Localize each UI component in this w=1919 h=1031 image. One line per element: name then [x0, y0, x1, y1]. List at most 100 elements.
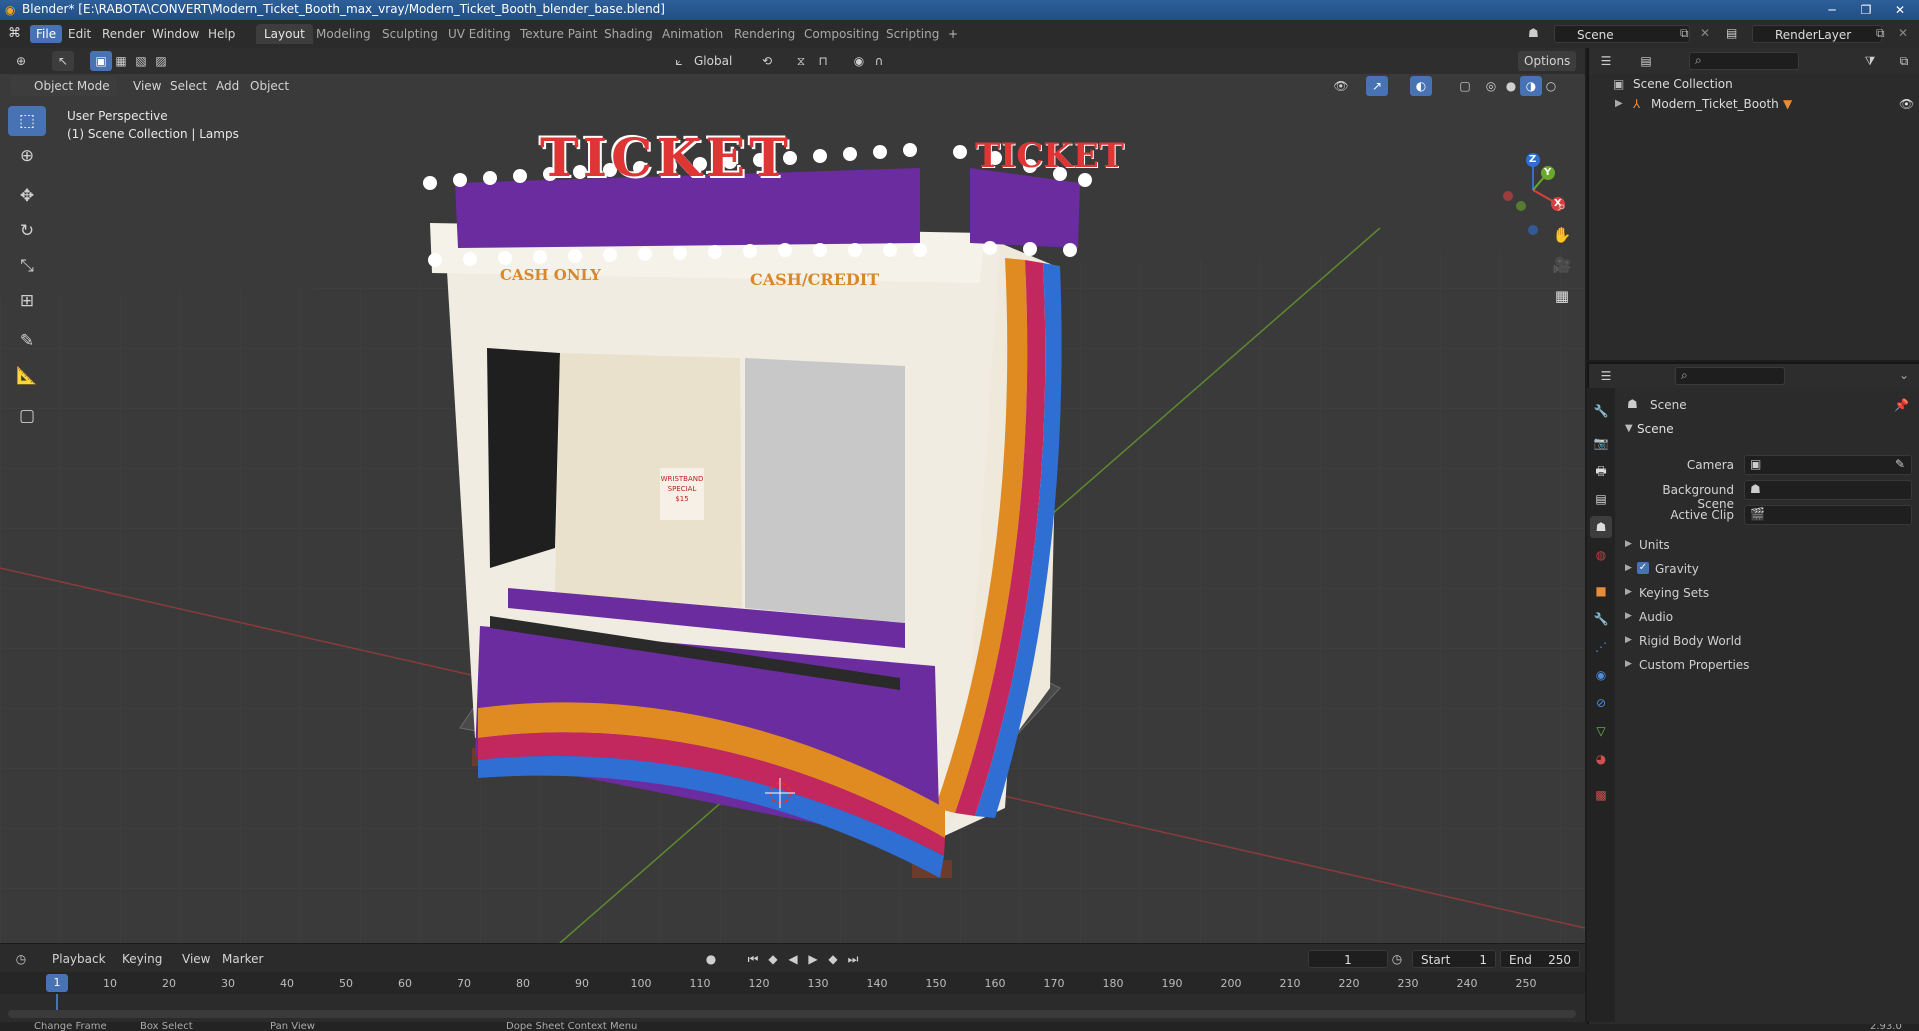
- modifier-tab-icon[interactable]: 🔧: [1590, 608, 1612, 630]
- constraints-tab-icon[interactable]: ⊘: [1590, 692, 1612, 714]
- close-icon[interactable]: ✕: [1883, 0, 1917, 20]
- menu-help[interactable]: Help: [202, 25, 241, 43]
- tool-tab-icon[interactable]: 🔧: [1590, 400, 1612, 422]
- falloff-icon[interactable]: ∩: [868, 51, 890, 71]
- proportional-edit-icon[interactable]: ◉: [848, 51, 870, 71]
- background-scene-field[interactable]: ☗: [1744, 480, 1912, 500]
- properties-search-input[interactable]: [1675, 367, 1785, 385]
- keying-sets-panel-header[interactable]: ▶ Keying Sets: [1617, 584, 1917, 604]
- camera-field[interactable]: ▣ ✎: [1744, 455, 1912, 475]
- 3d-viewport[interactable]: TICKET TICKET CASH ONLY CASH/CREDIT WRIS…: [0, 48, 1585, 943]
- camera-view-icon[interactable]: 🎥: [1549, 252, 1575, 278]
- add-workspace-button[interactable]: +: [940, 24, 966, 44]
- menu-edit[interactable]: Edit: [62, 25, 97, 43]
- end-frame-field[interactable]: End 250: [1500, 950, 1580, 968]
- start-frame-field[interactable]: Start 1: [1412, 950, 1496, 968]
- new-scene-icon[interactable]: ⧉: [1680, 26, 1689, 41]
- texture-tab-icon[interactable]: ▩: [1590, 784, 1612, 806]
- keying-menu[interactable]: Keying: [116, 949, 168, 969]
- playback-menu[interactable]: Playback: [46, 949, 112, 969]
- render-layer-icon[interactable]: ▤: [1726, 26, 1737, 40]
- rotate-tool-icon[interactable]: ↻: [8, 216, 46, 246]
- new-collection-icon[interactable]: ⧉: [1893, 51, 1915, 71]
- blender-menu-icon[interactable]: ⌘: [8, 26, 21, 41]
- zoom-icon[interactable]: ⌕: [1549, 193, 1575, 219]
- editor-type-icon[interactable]: ⊕: [10, 51, 32, 71]
- pivot-point-icon[interactable]: ⟲: [756, 51, 778, 71]
- play-reverse-icon[interactable]: ◀: [782, 949, 804, 969]
- output-tab-icon[interactable]: 🖶: [1590, 460, 1612, 482]
- object-tab-icon[interactable]: ■: [1590, 580, 1612, 602]
- object-mode-dropdown[interactable]: Object Mode: [10, 76, 116, 96]
- select-tool-icon[interactable]: ↖: [52, 51, 74, 71]
- scene-tab-icon[interactable]: ☗: [1590, 516, 1612, 538]
- play-icon[interactable]: ▶: [802, 949, 824, 969]
- jump-keyframe-forward-icon[interactable]: ◆: [822, 949, 844, 969]
- marker-menu[interactable]: Marker: [216, 949, 269, 969]
- select-mode-intersect-icon[interactable]: ▨: [150, 51, 172, 71]
- outliner-row-scene-collection[interactable]: ▣ Scene Collection: [1589, 74, 1919, 94]
- delete-layer-icon[interactable]: ✕: [1898, 26, 1908, 40]
- data-tab-icon[interactable]: ▽: [1590, 720, 1612, 742]
- render-layer-field[interactable]: RenderLayer: [1752, 25, 1882, 43]
- shading-material-icon[interactable]: ◑: [1520, 76, 1542, 96]
- jump-start-icon[interactable]: ⏮: [742, 949, 764, 969]
- transform-tool-icon[interactable]: ⊞: [8, 286, 46, 316]
- xray-toggle-icon[interactable]: ▢: [1454, 76, 1476, 96]
- render-tab-icon[interactable]: 📷: [1590, 432, 1612, 454]
- add-cube-tool-icon[interactable]: ▢: [8, 401, 46, 431]
- outliner-search-input[interactable]: [1689, 52, 1799, 70]
- gizmo-toggle-icon[interactable]: ↗: [1366, 76, 1388, 96]
- rigid-body-world-panel-header[interactable]: ▶ Rigid Body World: [1617, 632, 1917, 652]
- select-mode-extend-icon[interactable]: ▦: [110, 51, 132, 71]
- add-menu[interactable]: Add: [210, 76, 245, 96]
- pin-icon[interactable]: 📌: [1894, 398, 1909, 412]
- scale-tool-icon[interactable]: ⤡: [8, 251, 46, 281]
- jump-keyframe-back-icon[interactable]: ◆: [762, 949, 784, 969]
- measure-tool-icon[interactable]: 📐: [8, 361, 46, 391]
- select-menu[interactable]: Select: [164, 76, 213, 96]
- custom-properties-panel-header[interactable]: ▶ Custom Properties: [1617, 656, 1917, 676]
- select-mode-subtract-icon[interactable]: ▧: [130, 51, 152, 71]
- outliner-editor-type-icon[interactable]: ☰: [1595, 51, 1617, 71]
- tab-layout[interactable]: Layout: [256, 24, 313, 44]
- shading-wireframe-icon[interactable]: ◎: [1480, 76, 1502, 96]
- timeline-editor-type-icon[interactable]: ◷: [10, 949, 32, 969]
- tab-animation[interactable]: Animation: [654, 24, 731, 44]
- preview-range-icon[interactable]: ◷: [1386, 949, 1408, 969]
- transform-orientation-icon[interactable]: ⟀: [668, 51, 690, 71]
- options-dropdown[interactable]: Options: [1518, 51, 1577, 71]
- scene-selector-icon[interactable]: ☗: [1528, 26, 1539, 40]
- playhead[interactable]: 1: [46, 974, 68, 992]
- tab-uv-editing[interactable]: UV Editing: [440, 24, 519, 44]
- scene-name-field[interactable]: Scene: [1554, 25, 1690, 43]
- new-layer-icon[interactable]: ⧉: [1876, 26, 1885, 41]
- tab-texture-paint[interactable]: Texture Paint: [512, 24, 605, 44]
- menu-file[interactable]: File: [30, 25, 63, 43]
- timeline-view-menu[interactable]: View: [176, 949, 216, 969]
- physics-tab-icon[interactable]: ◉: [1590, 664, 1612, 686]
- filter-icon[interactable]: ⧩: [1859, 51, 1881, 71]
- scene-panel-header[interactable]: ▼ Scene: [1617, 420, 1917, 442]
- menu-render[interactable]: Render: [96, 25, 151, 43]
- visibility-icon[interactable]: 👁: [1330, 76, 1352, 96]
- tab-compositing[interactable]: Compositing: [796, 24, 887, 44]
- world-tab-icon[interactable]: ◍: [1590, 544, 1612, 566]
- restore-icon[interactable]: ❐: [1849, 0, 1883, 20]
- particles-tab-icon[interactable]: ⋰: [1590, 636, 1612, 658]
- select-mode-new-icon[interactable]: ▣: [90, 51, 112, 71]
- expand-arrow-icon[interactable]: ▶: [1615, 94, 1623, 114]
- timeline-scrollbar[interactable]: [8, 1010, 1576, 1018]
- tab-sculpting[interactable]: Sculpting: [374, 24, 446, 44]
- outliner-row-booth[interactable]: ▶ ⅄ Modern_Ticket_Booth ▼ 👁: [1589, 94, 1919, 114]
- minimize-icon[interactable]: ─: [1815, 0, 1849, 20]
- annotate-tool-icon[interactable]: ✎: [8, 326, 46, 356]
- shading-rendered-icon[interactable]: ○: [1540, 76, 1562, 96]
- menu-window[interactable]: Window: [146, 25, 205, 43]
- snap-icon[interactable]: ⧖: [790, 51, 812, 71]
- shading-solid-icon[interactable]: ●: [1500, 76, 1522, 96]
- properties-editor-type-icon[interactable]: ☰: [1595, 366, 1617, 386]
- active-clip-field[interactable]: 🎬: [1744, 505, 1912, 525]
- audio-panel-header[interactable]: ▶ Audio: [1617, 608, 1917, 628]
- tab-scripting[interactable]: Scripting: [878, 24, 947, 44]
